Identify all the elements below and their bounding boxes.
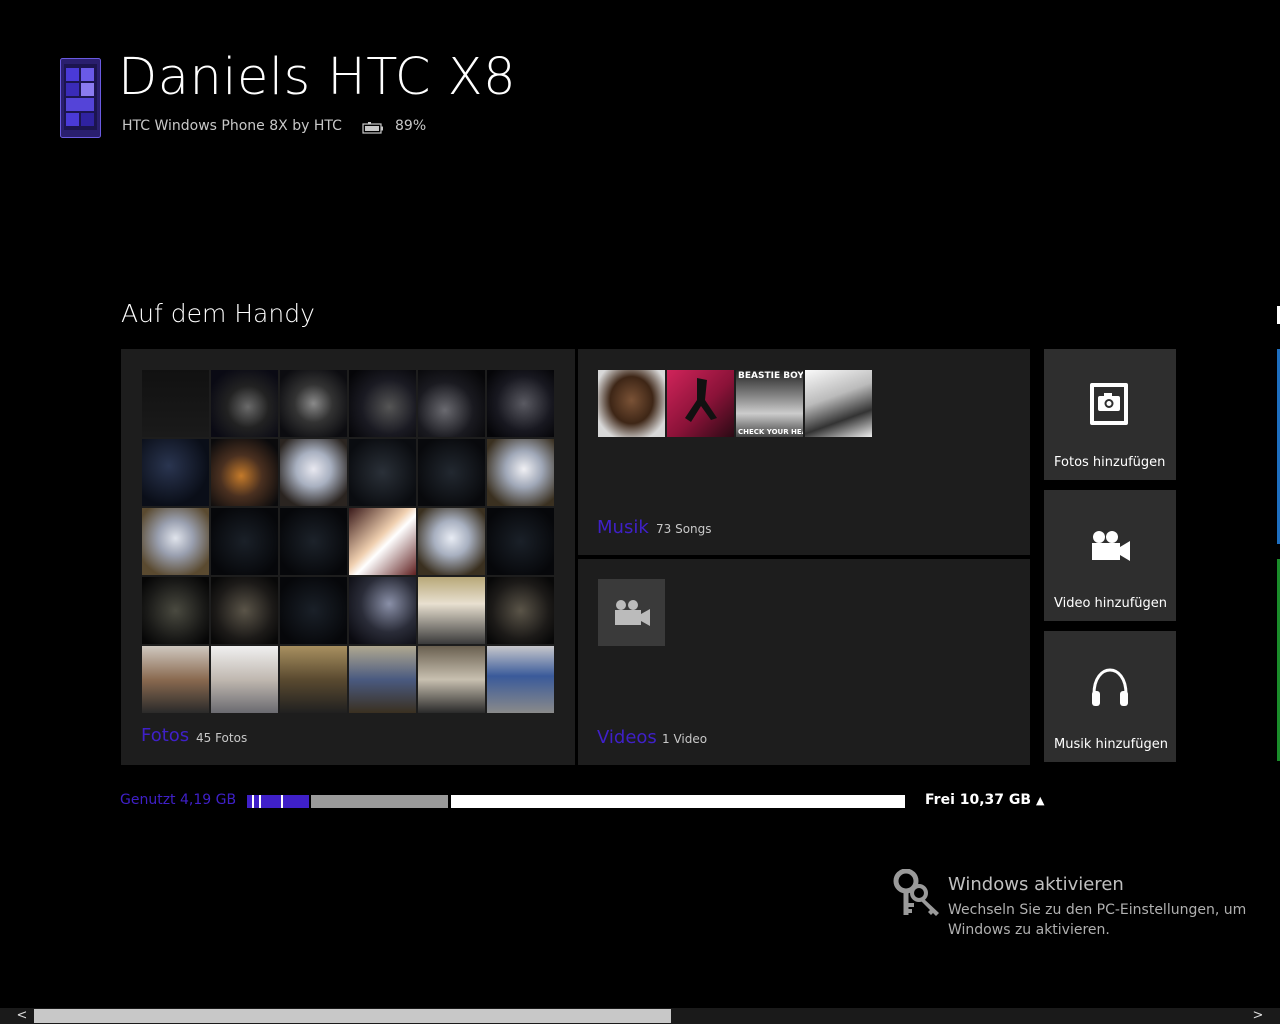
videos-count: 1 Video: [662, 732, 708, 746]
photo-thumbnail: [280, 439, 347, 506]
add-video-label: Video hinzufügen: [1054, 596, 1168, 611]
phone-icon: [60, 58, 101, 138]
storage-segment: [261, 795, 281, 808]
photo-thumbnail: [418, 439, 485, 506]
storage-segment: [283, 795, 309, 808]
photos-count: 45 Fotos: [196, 731, 248, 745]
add-music-button[interactable]: Musik hinzufügen: [1044, 631, 1176, 762]
device-model: HTC Windows Phone 8X by HTC: [122, 118, 342, 134]
horizontal-scrollbar[interactable]: < >: [0, 1008, 1280, 1024]
storage-free-text: Frei 10,37 GB: [925, 792, 1032, 808]
album-cover: BEASTIE BOYS CHECK YOUR HEAD: [736, 370, 803, 437]
battery-icon: [362, 119, 384, 134]
album-cover: [598, 370, 665, 437]
add-music-label: Musik hinzufügen: [1054, 737, 1168, 752]
photo-thumbnail: [280, 577, 347, 644]
headphones-icon: [1092, 668, 1128, 706]
video-camera-icon: [614, 599, 650, 626]
photo-grid: [142, 370, 554, 713]
album-cover: [667, 370, 734, 437]
photos-tile[interactable]: Fotos 45 Fotos: [121, 349, 575, 765]
photo-thumbnail: [487, 508, 554, 575]
section-title: Auf dem Handy: [121, 299, 315, 328]
photo-thumbnail: [487, 646, 554, 713]
videos-tile[interactable]: Videos 1 Video: [578, 559, 1030, 765]
photo-thumbnail: [142, 577, 209, 644]
video-thumbnail: [598, 579, 665, 646]
activation-subtitle: Wechseln Sie zu den PC-Einstellungen, um…: [948, 902, 1247, 938]
photo-thumbnail: [211, 646, 278, 713]
photo-thumbnail: [142, 508, 209, 575]
photo-thumbnail: [142, 370, 209, 437]
storage-used: Genutzt 4,19 GB: [120, 792, 237, 808]
photo-thumbnail: [487, 439, 554, 506]
photo-thumbnail: [280, 508, 347, 575]
storage-bar: [247, 795, 905, 808]
photo-thumbnail: [211, 370, 278, 437]
photo-thumbnail: [418, 508, 485, 575]
photo-thumbnail: [487, 577, 554, 644]
caret-up-icon[interactable]: ▲: [1036, 794, 1044, 807]
scroll-left-icon[interactable]: <: [14, 1008, 30, 1024]
photo-thumbnail: [349, 508, 416, 575]
camera-icon: [1090, 383, 1128, 425]
album-row: BEASTIE BOYS CHECK YOUR HEAD: [598, 370, 872, 437]
photo-thumbnail: [142, 646, 209, 713]
photo-thumbnail: [142, 439, 209, 506]
photo-thumbnail: [349, 577, 416, 644]
photo-thumbnail: [280, 370, 347, 437]
album-caption-top: BEASTIE BOYS: [738, 371, 803, 381]
album-cover: [805, 370, 872, 437]
videos-label[interactable]: Videos: [597, 727, 657, 748]
photo-thumbnail: [487, 370, 554, 437]
storage-segment: [254, 795, 259, 808]
photo-thumbnail: [418, 370, 485, 437]
music-label[interactable]: Musik: [597, 517, 649, 538]
scroll-right-icon[interactable]: >: [1250, 1008, 1266, 1024]
storage-segment: [311, 795, 448, 808]
storage-segment: [247, 795, 252, 808]
photo-thumbnail: [418, 646, 485, 713]
music-tile[interactable]: BEASTIE BOYS CHECK YOUR HEAD Musik 73 So…: [578, 349, 1030, 555]
add-video-button[interactable]: Video hinzufügen: [1044, 490, 1176, 621]
storage-free: Frei 10,37 GB ▲: [925, 792, 1044, 808]
device-name: Daniels HTC X8: [118, 48, 517, 107]
album-caption-bottom: CHECK YOUR HEAD: [738, 428, 803, 436]
photo-thumbnail: [211, 439, 278, 506]
photo-thumbnail: [349, 646, 416, 713]
battery-level: 89%: [395, 118, 427, 134]
add-photos-button[interactable]: Fotos hinzufügen: [1044, 349, 1176, 480]
video-camera-icon: [1092, 531, 1130, 561]
photo-thumbnail: [211, 508, 278, 575]
photo-thumbnail: [280, 646, 347, 713]
photo-thumbnail: [349, 439, 416, 506]
photo-thumbnail: [211, 577, 278, 644]
activation-title: Windows aktivieren: [948, 874, 1124, 895]
photo-thumbnail: [418, 577, 485, 644]
photo-thumbnail: [349, 370, 416, 437]
keys-icon: [893, 868, 943, 921]
music-count: 73 Songs: [656, 522, 712, 536]
scroll-thumb[interactable]: [34, 1009, 671, 1023]
add-photos-label: Fotos hinzufügen: [1054, 455, 1166, 470]
photos-label[interactable]: Fotos: [141, 725, 189, 746]
